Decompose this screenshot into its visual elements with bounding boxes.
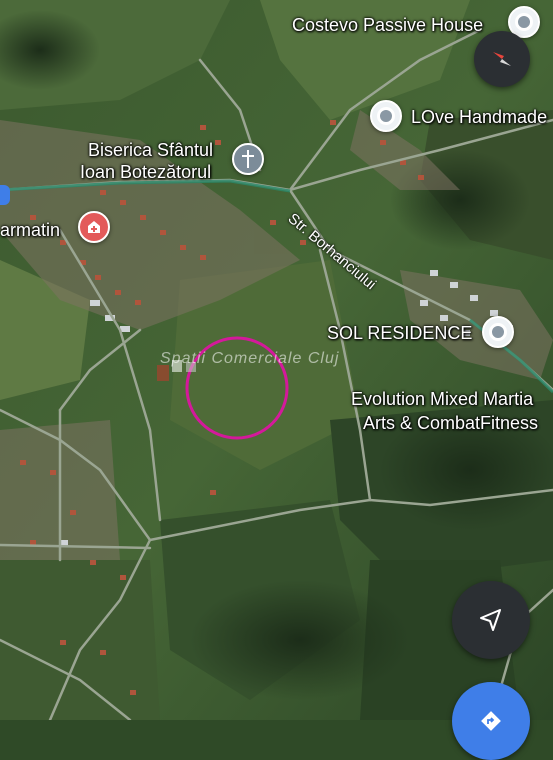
navigate-button[interactable] [452, 581, 530, 659]
directions-button[interactable] [452, 682, 530, 760]
location-pin-icon[interactable] [482, 316, 514, 348]
navigation-arrow-icon [480, 609, 501, 631]
compass-icon [493, 52, 511, 66]
place-biserica-line1[interactable]: Biserica Sfântul [88, 139, 213, 161]
compass-button[interactable] [474, 31, 530, 87]
church-cross-icon[interactable] [232, 143, 264, 175]
place-biserica-line2[interactable]: Ioan Botezătorul [80, 161, 211, 183]
location-pin-icon[interactable] [370, 100, 402, 132]
directions-icon [481, 711, 501, 731]
watermark-text: Spatii Comerciale Cluj [160, 350, 340, 367]
place-sol-residence[interactable]: SOL RESIDENCE [327, 322, 472, 344]
pharmacy-icon[interactable] [78, 211, 110, 243]
route-start-tab [0, 185, 10, 205]
place-pharmacy[interactable]: armatin [0, 219, 60, 241]
place-evolution-line1[interactable]: Evolution Mixed Martia [351, 388, 533, 410]
place-love-handmade[interactable]: LOve Handmade [411, 106, 547, 128]
place-costevo-passive-house[interactable]: Costevo Passive House [292, 14, 483, 36]
place-evolution-line2[interactable]: Arts & CombatFitness [363, 412, 538, 434]
